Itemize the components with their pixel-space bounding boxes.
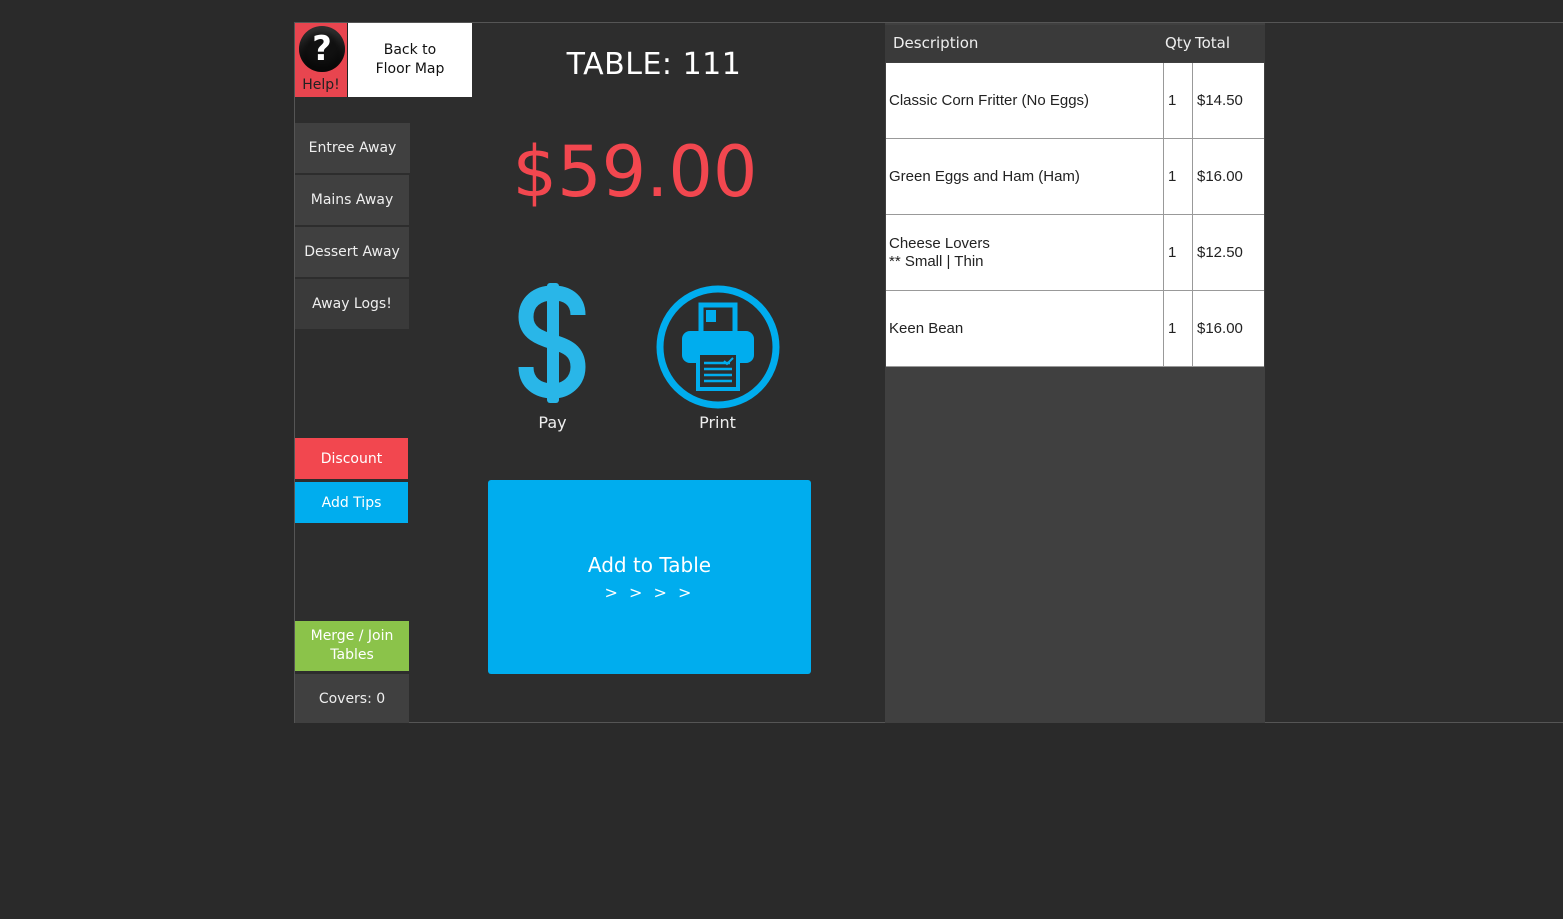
- order-header: Description Qty Total: [885, 25, 1265, 62]
- order-items-list: Classic Corn Fritter (No Eggs) 1 $14.50 …: [886, 63, 1264, 367]
- dessert-away-button[interactable]: Dessert Away: [295, 227, 409, 277]
- discount-label: Discount: [320, 450, 383, 467]
- order-item-row[interactable]: Classic Corn Fritter (No Eggs) 1 $14.50: [886, 63, 1264, 139]
- table-total-amount: $59.00: [512, 131, 758, 213]
- order-item-total: $14.50: [1197, 92, 1243, 109]
- print-label: Print: [699, 413, 736, 432]
- order-item-total: $16.00: [1197, 168, 1243, 185]
- pay-label: Pay: [538, 413, 567, 432]
- discount-button[interactable]: Discount: [295, 438, 408, 479]
- away-logs-button[interactable]: Away Logs!: [295, 279, 409, 329]
- merge-label-line2: Tables: [330, 647, 374, 663]
- order-panel: Description Qty Total Classic Corn Fritt…: [885, 23, 1265, 723]
- header-qty: Qty: [1165, 34, 1192, 52]
- printer-icon: [656, 285, 779, 409]
- add-to-table-button[interactable]: Add to Table > > > >: [488, 480, 811, 674]
- order-item-qty: 1: [1164, 139, 1193, 214]
- entree-away-button[interactable]: Entree Away: [295, 123, 410, 173]
- add-tips-label: Add Tips: [321, 494, 382, 511]
- item-name: Keen Bean: [889, 319, 964, 337]
- merge-label-line1: Merge / Join: [310, 628, 394, 644]
- dollar-sign-icon: [517, 283, 586, 403]
- back-button-line2: Floor Map: [375, 61, 445, 77]
- mains-away-button[interactable]: Mains Away: [295, 175, 409, 225]
- order-item-total: $12.50: [1197, 244, 1243, 261]
- help-button[interactable]: ? Help!: [295, 23, 348, 97]
- header-total: Total: [1195, 34, 1231, 52]
- order-item-description: Keen Bean: [886, 291, 1164, 366]
- back-button-line1: Back to: [383, 42, 437, 58]
- merge-join-tables-button[interactable]: Merge / Join Tables: [295, 621, 409, 671]
- covers-label: Covers: 0: [318, 690, 386, 707]
- order-item-description: Classic Corn Fritter (No Eggs): [886, 63, 1164, 138]
- back-to-floor-map-button[interactable]: Back to Floor Map: [348, 23, 472, 97]
- question-mark-icon: ?: [299, 26, 345, 72]
- order-item-qty: 1: [1164, 291, 1193, 366]
- pos-table-screen: ? Help! Back to Floor Map Entree Away Ma…: [294, 22, 1563, 723]
- dessert-away-label: Dessert Away: [304, 244, 400, 260]
- add-to-table-label: Add to Table: [587, 552, 712, 577]
- print-button[interactable]: Print: [650, 283, 785, 432]
- help-label: Help!: [302, 77, 340, 93]
- entree-away-label: Entree Away: [308, 140, 397, 156]
- item-name: Cheese Lovers: [889, 234, 990, 252]
- item-name: Classic Corn Fritter (No Eggs): [889, 91, 1090, 109]
- table-title: TABLE: 111: [566, 47, 742, 82]
- mains-away-label: Mains Away: [310, 192, 394, 208]
- item-name: Green Eggs and Ham (Ham): [889, 167, 1080, 185]
- order-item-qty: 1: [1164, 63, 1193, 138]
- order-item-qty: 1: [1164, 215, 1193, 290]
- order-item-total: $16.00: [1197, 320, 1243, 337]
- order-item-description: Green Eggs and Ham (Ham): [886, 139, 1164, 214]
- item-modifiers: ** Small | Thin: [889, 252, 984, 270]
- away-logs-label: Away Logs!: [312, 296, 392, 312]
- add-tips-button[interactable]: Add Tips: [295, 482, 408, 523]
- order-item-description: Cheese Lovers ** Small | Thin: [886, 215, 1164, 290]
- order-item-row[interactable]: Cheese Lovers ** Small | Thin 1 $12.50: [886, 215, 1264, 291]
- add-to-table-arrows: > > > >: [604, 582, 695, 602]
- pay-button[interactable]: Pay: [505, 281, 600, 432]
- order-item-row[interactable]: Green Eggs and Ham (Ham) 1 $16.00: [886, 139, 1264, 215]
- covers-button[interactable]: Covers: 0: [295, 674, 409, 723]
- header-description: Description: [893, 34, 979, 52]
- order-item-row[interactable]: Keen Bean 1 $16.00: [886, 291, 1264, 367]
